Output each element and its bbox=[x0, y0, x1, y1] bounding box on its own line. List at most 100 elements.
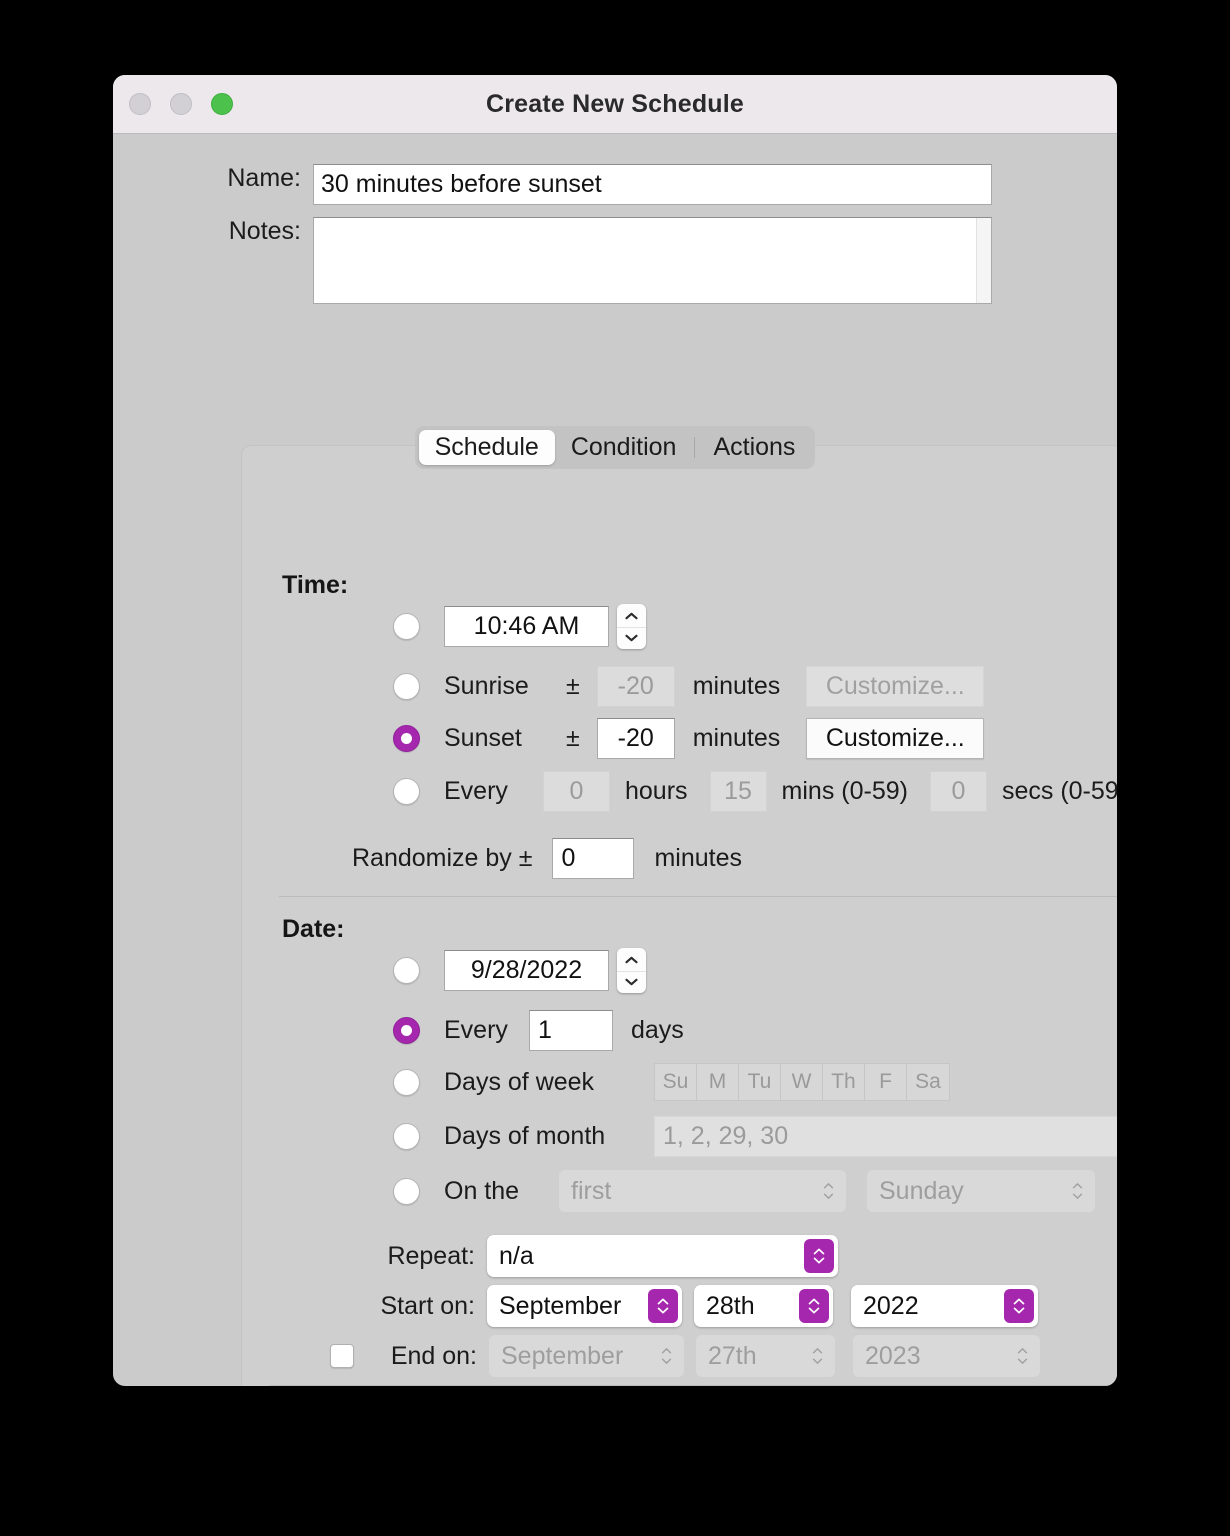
notes-scrollbar[interactable] bbox=[976, 218, 991, 303]
date-section-heading: Date: bbox=[282, 915, 345, 943]
chevron-up-icon bbox=[625, 956, 638, 963]
sunset-offset-input[interactable]: -20 bbox=[596, 718, 675, 759]
tab-schedule[interactable]: Schedule bbox=[418, 430, 555, 465]
chevron-updown-icon bbox=[1004, 1289, 1034, 1323]
end-on-month-select: September bbox=[489, 1335, 684, 1377]
on-the-weekday-value: Sunday bbox=[879, 1176, 964, 1205]
every-secs-input: 0 bbox=[929, 771, 987, 812]
every-interval-label: Every bbox=[444, 777, 508, 805]
chevron-updown-icon bbox=[648, 1289, 678, 1323]
days-of-month-label: Days of month bbox=[444, 1122, 606, 1150]
secs-unit-label: secs (0-59) bbox=[1001, 777, 1117, 805]
options-divider bbox=[270, 1385, 1117, 1386]
chevron-updown-icon bbox=[1017, 1347, 1028, 1365]
on-the-weekday-select: Sunday bbox=[867, 1170, 1095, 1212]
weekday-m: M bbox=[697, 1064, 739, 1100]
start-on-year-value: 2022 bbox=[863, 1291, 919, 1320]
weekday-w: W bbox=[781, 1064, 823, 1100]
tab-actions[interactable]: Actions bbox=[697, 430, 811, 465]
repeat-value: n/a bbox=[499, 1241, 534, 1270]
weekday-f: F bbox=[865, 1064, 907, 1100]
weekday-th: Th bbox=[823, 1064, 865, 1100]
chevron-updown-icon bbox=[1072, 1182, 1083, 1200]
time-sunset-row: Sunset ± -20 minutes Customize... bbox=[393, 718, 985, 759]
chevron-updown-icon bbox=[804, 1239, 834, 1273]
name-input[interactable]: 30 minutes before sunset bbox=[313, 164, 992, 205]
sunrise-plusminus: ± bbox=[566, 672, 580, 700]
radio-time-every[interactable] bbox=[393, 778, 420, 805]
radio-date-explicit[interactable] bbox=[393, 957, 420, 984]
time-clock-input[interactable]: 10:46 AM bbox=[444, 606, 609, 647]
sunset-unit-label: minutes bbox=[692, 724, 781, 752]
start-on-month-select[interactable]: September bbox=[487, 1285, 682, 1327]
days-of-week-segmented-control: Su M Tu W Th F Sa bbox=[654, 1063, 950, 1101]
end-on-day-value: 27th bbox=[708, 1341, 757, 1370]
tab-condition[interactable]: Condition bbox=[555, 430, 693, 465]
chevron-up-icon bbox=[625, 612, 638, 619]
days-of-week-label: Days of week bbox=[444, 1067, 595, 1096]
chevron-down-icon bbox=[625, 978, 638, 986]
hours-unit-label: hours bbox=[625, 777, 688, 805]
start-on-row: Start on: September 28th 2022 bbox=[352, 1285, 1038, 1327]
date-explicit-row: 9/28/2022 bbox=[393, 948, 646, 993]
window-title: Create New Schedule bbox=[485, 90, 745, 118]
on-the-ordinal-select: first bbox=[559, 1170, 846, 1212]
radio-time-clock[interactable] bbox=[393, 613, 420, 640]
randomize-input[interactable]: 0 bbox=[552, 838, 635, 879]
chevron-updown-icon bbox=[661, 1347, 672, 1365]
date-every-label: Every bbox=[444, 1016, 508, 1044]
radio-date-every[interactable] bbox=[393, 1017, 420, 1044]
date-stepper-down[interactable] bbox=[617, 970, 646, 993]
tab-group: Schedule Condition Actions bbox=[414, 426, 816, 469]
start-on-month-value: September bbox=[499, 1291, 622, 1320]
start-on-day-select[interactable]: 28th bbox=[694, 1285, 833, 1327]
notes-textarea[interactable] bbox=[313, 217, 992, 304]
time-clock-stepper[interactable] bbox=[617, 604, 646, 649]
date-days-of-week-row: Days of week Su M Tu W Th F Sa bbox=[393, 1063, 950, 1101]
time-clock-row: 10:46 AM bbox=[393, 604, 646, 649]
end-on-checkbox[interactable] bbox=[330, 1344, 354, 1368]
date-on-the-row: On the first Sunday bbox=[393, 1170, 1095, 1212]
weekday-tu: Tu bbox=[739, 1064, 781, 1100]
mins-unit-label: mins (0-59) bbox=[781, 777, 908, 805]
radio-days-of-month[interactable] bbox=[393, 1123, 420, 1150]
days-of-month-input: 1, 2, 29, 30 bbox=[654, 1116, 1117, 1157]
time-clock-stepper-down[interactable] bbox=[617, 626, 646, 649]
date-stepper[interactable] bbox=[617, 948, 646, 993]
date-days-of-month-row: Days of month 1, 2, 29, 30 bbox=[393, 1116, 1117, 1157]
repeat-select[interactable]: n/a bbox=[487, 1235, 838, 1277]
chevron-down-icon bbox=[625, 634, 638, 642]
repeat-label: Repeat: bbox=[387, 1241, 475, 1270]
time-section-heading: Time: bbox=[282, 571, 349, 599]
date-input[interactable]: 9/28/2022 bbox=[444, 950, 609, 991]
every-hours-input: 0 bbox=[543, 771, 610, 812]
end-on-row: End on: September 27th 2023 bbox=[330, 1335, 1040, 1377]
radio-time-sunrise[interactable] bbox=[393, 673, 420, 700]
sunset-plusminus: ± bbox=[566, 724, 580, 752]
start-on-year-select[interactable]: 2022 bbox=[851, 1285, 1038, 1327]
randomize-unit-label: minutes bbox=[654, 844, 743, 872]
every-mins-input: 15 bbox=[709, 771, 767, 812]
name-row: Name: 30 minutes before sunset bbox=[113, 164, 1117, 205]
end-on-year-value: 2023 bbox=[865, 1341, 921, 1370]
chevron-updown-icon bbox=[812, 1347, 823, 1365]
time-date-divider bbox=[279, 896, 1117, 897]
sunrise-label: Sunrise bbox=[444, 672, 529, 700]
notes-label: Notes: bbox=[228, 217, 301, 245]
window-titlebar: Create New Schedule bbox=[113, 75, 1117, 134]
radio-on-the[interactable] bbox=[393, 1177, 420, 1205]
end-on-label: End on: bbox=[390, 1341, 477, 1370]
radio-days-of-week[interactable] bbox=[393, 1068, 420, 1096]
time-clock-stepper-up[interactable] bbox=[617, 605, 646, 627]
randomize-row: Randomize by ± 0 minutes bbox=[352, 838, 742, 879]
sunset-customize-button[interactable]: Customize... bbox=[806, 718, 985, 759]
tab-bar: Schedule Condition Actions bbox=[113, 426, 1117, 469]
date-every-input[interactable]: 1 bbox=[529, 1010, 613, 1051]
end-on-day-select: 27th bbox=[696, 1335, 835, 1377]
dialog-body: Name: 30 minutes before sunset Notes: Sc… bbox=[113, 164, 1117, 1386]
randomize-label: Randomize by ± bbox=[352, 844, 533, 872]
date-stepper-up[interactable] bbox=[617, 949, 646, 971]
radio-time-sunset[interactable] bbox=[393, 725, 420, 752]
time-sunrise-row: Sunrise ± -20 minutes Customize... bbox=[393, 666, 985, 707]
create-schedule-window: Create New Schedule Name: 30 minutes bef… bbox=[113, 75, 1117, 1386]
